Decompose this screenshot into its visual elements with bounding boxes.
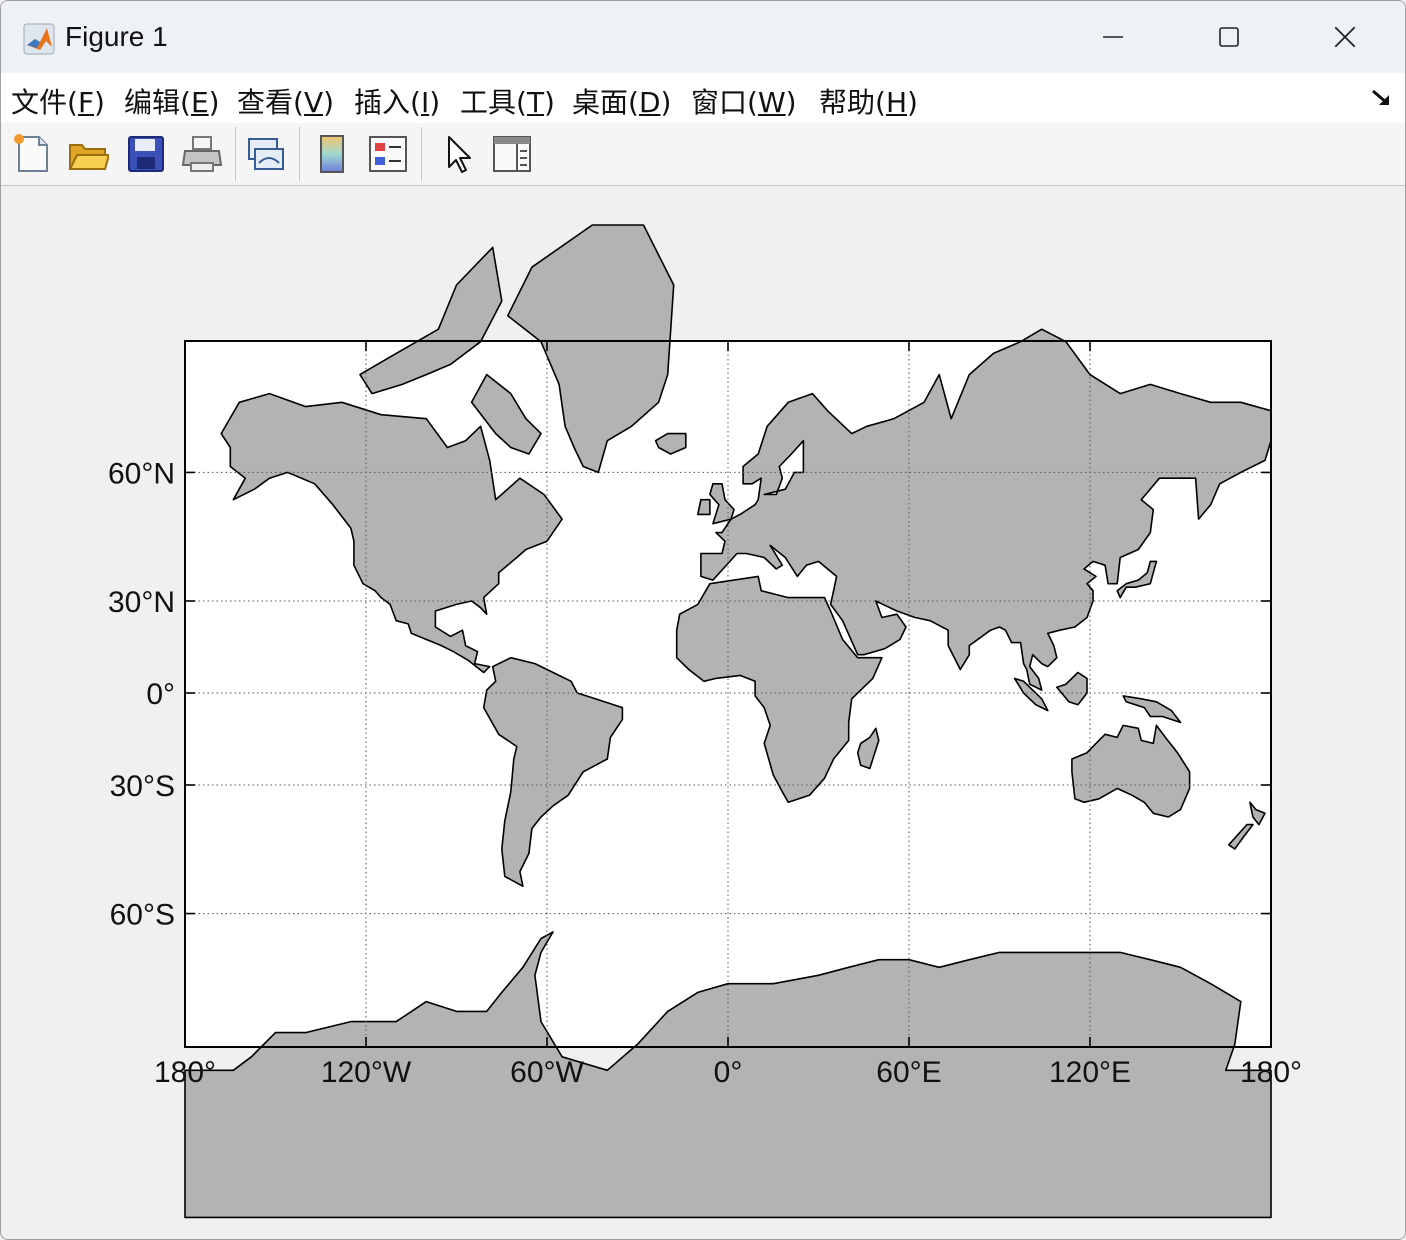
latitude-tick-label: 60°N	[108, 457, 175, 490]
latitude-tick-label: 60°S	[110, 899, 175, 932]
longitude-tick-label: 60°E	[876, 1056, 941, 1089]
longitude-tick-label: 180°	[1240, 1056, 1302, 1089]
longitude-tick-label: 120°W	[321, 1056, 412, 1089]
figure-window: Figure 1 文件(F) 编辑(E) 查看(V) 插入(I) 工具(T) 桌…	[0, 0, 1406, 1240]
longitude-tick-label: 120°E	[1049, 1056, 1131, 1089]
latitude-tick-label: 30°N	[108, 586, 175, 619]
longitude-tick-label: 180°	[154, 1056, 216, 1089]
longitude-tick-label: 60°W	[510, 1056, 584, 1089]
latitude-tick-label: 0°	[146, 678, 175, 711]
world-map-axes[interactable]: 180° 120°W 60°W 0° 60°E 120°E 180° 60°N 30°N 0° 30…	[1, 1, 1405, 1239]
longitude-tick-label: 0°	[714, 1056, 743, 1089]
latitude-tick-label: 30°S	[110, 770, 175, 803]
